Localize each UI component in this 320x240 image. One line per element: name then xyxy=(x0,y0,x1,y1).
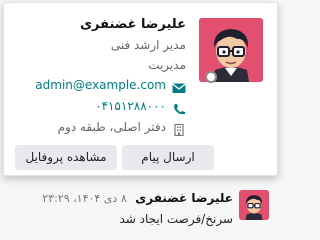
user-profile-popover: علیرضا غضنفری مدیر ارشد فنی مدیریت admin… xyxy=(3,2,278,176)
phone-icon xyxy=(172,101,186,114)
profile-info: علیرضا غضنفری مدیر ارشد فنی مدیریت admin… xyxy=(8,15,186,138)
profile-job-title: مدیر ارشد فنی xyxy=(110,38,186,52)
message-author-avatar[interactable] xyxy=(239,190,269,220)
building-icon xyxy=(172,122,186,136)
message-body: سرنخ/فرصت ایجاد شد xyxy=(119,212,233,226)
profile-email-row[interactable]: admin@example.com xyxy=(8,75,186,96)
message-author[interactable]: علیرضا غضنفری xyxy=(135,191,233,205)
profile-location: دفتر اصلی، طبقه دوم xyxy=(57,120,166,134)
profile-role: مدیریت xyxy=(148,58,186,72)
profile-name: علیرضا غضنفری xyxy=(80,17,186,32)
message-date: ۸ دی ۱۴۰۴، ۲۳:۲۹ xyxy=(42,192,127,205)
avatar-illustration-icon xyxy=(239,190,269,220)
envelope-icon xyxy=(172,80,186,93)
message-header: علیرضا غضنفری ۸ دی ۱۴۰۴، ۲۳:۲۹ xyxy=(42,190,233,207)
profile-phone-row[interactable]: ۰۴۱۵۱۲۸۸۰۰۰ xyxy=(8,96,186,117)
profile-email[interactable]: admin@example.com xyxy=(35,75,166,96)
offline-status-icon xyxy=(205,71,217,83)
profile-location-row: دفتر اصلی، طبقه دوم xyxy=(8,117,186,138)
view-profile-button[interactable]: مشاهده پروفایل xyxy=(15,145,117,170)
send-message-button[interactable]: ارسال پیام xyxy=(122,145,214,170)
profile-phone[interactable]: ۰۴۱۵۱۲۸۸۰۰۰ xyxy=(95,96,166,117)
